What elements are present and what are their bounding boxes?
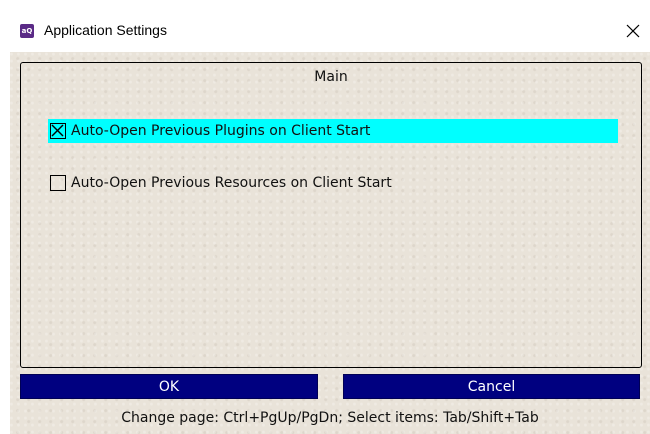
option-label: Auto-Open Previous Resources on Client S…	[71, 175, 392, 191]
window-title: Application Settings	[44, 22, 167, 38]
app-logo-icon: aQ	[20, 24, 34, 38]
keyboard-hint: Change page: Ctrl+PgUp/PgDn; Select item…	[121, 410, 539, 426]
close-icon	[626, 24, 640, 38]
checkbox-unchecked[interactable]	[50, 175, 66, 191]
checkbox-checked[interactable]	[50, 123, 66, 139]
close-button[interactable]	[620, 18, 646, 44]
option-auto-open-resources[interactable]: Auto-Open Previous Resources on Client S…	[48, 171, 618, 195]
cancel-button[interactable]: Cancel	[343, 374, 640, 399]
checkmark-x-icon	[51, 124, 64, 137]
title-bar: aQ Application Settings	[0, 0, 650, 52]
panel-title: Main	[314, 69, 348, 85]
settings-dialog: aQ Application Settings Main Auto-Open P…	[0, 0, 650, 434]
ok-button[interactable]: OK	[20, 374, 318, 399]
main-panel: Main Auto-Open Previous Plugins on Clien…	[20, 62, 642, 368]
option-auto-open-plugins[interactable]: Auto-Open Previous Plugins on Client Sta…	[48, 119, 618, 143]
dialog-body: Main Auto-Open Previous Plugins on Clien…	[10, 52, 650, 434]
option-label: Auto-Open Previous Plugins on Client Sta…	[71, 123, 371, 139]
